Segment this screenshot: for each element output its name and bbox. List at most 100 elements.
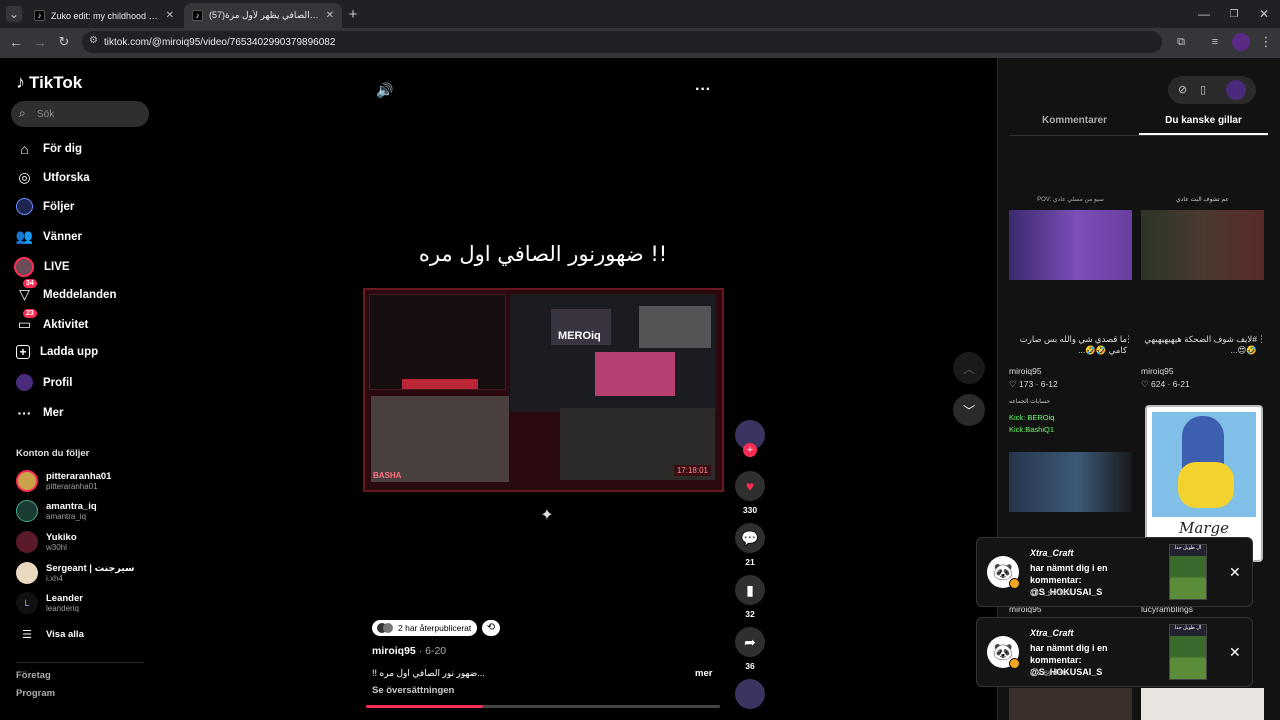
tab-title: Zuko edit: my childhood crush ·: [51, 10, 160, 21]
see-translation-link[interactable]: Se översättningen: [372, 685, 454, 696]
options-icon[interactable]: ⋮: [1257, 334, 1266, 345]
nav-for-you[interactable]: ⌂ För dig: [16, 140, 82, 157]
repost-icon[interactable]: ⟲: [482, 620, 500, 636]
device-icon[interactable]: ▯: [1200, 83, 1206, 96]
account-item[interactable]: L Leander leanderiq: [16, 592, 83, 614]
footer-link-program[interactable]: Program: [16, 688, 55, 699]
mention-notification[interactable]: 🐼 Xtra_Craft har nämnt dig i en kommenta…: [976, 617, 1253, 687]
back-icon[interactable]: ←: [7, 33, 25, 51]
account-handle: w30hl: [46, 543, 67, 552]
nav-more[interactable]: ··· Mer: [16, 404, 64, 421]
comment-button[interactable]: 💬 21: [734, 523, 766, 567]
author-name[interactable]: miroiq95: [372, 645, 416, 657]
video-author[interactable]: miroiq95: [1009, 366, 1042, 376]
reload-icon[interactable]: ↻: [55, 33, 73, 51]
follow-plus-icon[interactable]: +: [743, 443, 757, 457]
close-icon[interactable]: ✕: [1229, 644, 1241, 661]
progress-bar[interactable]: [366, 705, 720, 708]
video-stats: ♡ 624 · 6-21: [1141, 379, 1190, 389]
previous-video-button[interactable]: ︿: [953, 352, 985, 384]
overlay-label: MEROiq: [558, 330, 601, 342]
thumb-title: Marge: [1179, 519, 1229, 537]
video-player[interactable]: MEROiq BASHA 17:18:01: [363, 288, 724, 492]
account-name: pitteraranha01: [46, 471, 112, 482]
close-tab-icon[interactable]: ✕: [166, 10, 174, 21]
minimize-icon[interactable]: —: [1196, 6, 1212, 22]
notification-thumbnail: ال طويل جدا: [1169, 624, 1207, 680]
extensions-icon[interactable]: ⧉: [1173, 34, 1189, 50]
browser-menu-icon[interactable]: ⋮: [1258, 33, 1274, 51]
following-icon: [16, 198, 33, 215]
search-icon: ⌕: [19, 106, 26, 120]
browser-tab-2-active[interactable]: ♪ (57)نور الصافي يظهر لأول مرة ... ✕: [184, 3, 342, 28]
more-caption-button[interactable]: mer: [695, 668, 712, 679]
mention-notification[interactable]: 🐼 Xtra_Craft har nämnt dig i en kommenta…: [976, 537, 1253, 607]
nav-explore[interactable]: ◎ Utforska: [16, 169, 89, 186]
tab-comments[interactable]: Kommentarer: [1010, 115, 1139, 135]
stream-screen: MEROiq: [510, 294, 716, 412]
chevron-down-icon: ﹀: [962, 403, 975, 418]
save-button[interactable]: ▮ 32: [734, 575, 766, 619]
nav-activity[interactable]: ▭ 23 Aktivitet: [16, 309, 88, 333]
avatar: [16, 531, 38, 553]
nav-live[interactable]: LIVE: [14, 257, 70, 277]
thumb-overlay-text: عم تشوف البث عادي: [1176, 197, 1229, 203]
video-overlay-title: ضهورنور الصافي اول مره !!: [418, 242, 668, 266]
suggested-video-thumbnail[interactable]: [1009, 688, 1132, 720]
thumbnail: [1141, 210, 1264, 280]
author-avatar-button[interactable]: +: [734, 420, 766, 457]
like-count: 330: [742, 505, 758, 515]
reading-list-icon[interactable]: ≡: [1207, 34, 1223, 50]
streamer-cam: BASHA: [371, 396, 509, 482]
tiktok-logo[interactable]: ♪ TikTok: [16, 72, 82, 93]
footer-link-company[interactable]: Företag: [16, 670, 51, 681]
close-icon[interactable]: ✕: [1229, 564, 1241, 581]
like-button[interactable]: ♥ 330: [734, 471, 766, 515]
avatar: [16, 562, 38, 584]
video-author[interactable]: miroiq95: [1141, 366, 1174, 376]
browser-tab-1[interactable]: ♪ Zuko edit: my childhood crush · ✕: [26, 3, 182, 28]
notification-time: 11 s sedan: [1030, 587, 1071, 597]
volume-icon[interactable]: 🔊: [375, 80, 395, 100]
account-item[interactable]: pitteraranha01 pitteraranha01: [16, 470, 111, 492]
tab-search-icon[interactable]: ⌄: [6, 6, 22, 22]
search-input[interactable]: ⌕ Sök: [11, 101, 149, 127]
user-avatar-icon[interactable]: [1226, 80, 1246, 100]
account-item[interactable]: Sergeant | سيرجنت i.xh4: [16, 562, 135, 584]
share-button[interactable]: ➦ 36: [734, 627, 766, 671]
account-item[interactable]: amantra_iq amantra_iq: [16, 500, 97, 522]
new-tab-icon[interactable]: +: [345, 6, 361, 23]
message-icon: ▽ 34: [16, 279, 37, 303]
nav-messages[interactable]: ▽ 34 Meddelanden: [16, 279, 117, 303]
options-icon[interactable]: ⋮: [1124, 334, 1133, 345]
nav-upload[interactable]: + Ladda upp: [16, 345, 98, 359]
suggested-video-thumbnail[interactable]: [1141, 688, 1264, 720]
close-window-icon[interactable]: ✕: [1256, 6, 1272, 22]
compass-icon[interactable]: ⊘: [1178, 83, 1187, 96]
tab-you-may-like[interactable]: Du kanske gillar: [1139, 115, 1268, 135]
suggested-video[interactable]: عم تشوف البث عادي: [1141, 196, 1264, 284]
repost-avatars-icon: [377, 623, 393, 633]
nav-profile[interactable]: Profil: [16, 374, 72, 391]
sound-avatar[interactable]: [734, 679, 766, 709]
maximize-icon[interactable]: ❐: [1226, 6, 1242, 22]
show-all-button[interactable]: ☰ Visa alla: [16, 628, 84, 641]
heart-outline-icon: ♡: [1009, 379, 1019, 389]
next-video-button[interactable]: ﹀: [953, 394, 985, 426]
suggested-video[interactable]: حسابات الجماعه Kick: BEROiq Kick:BashiQ1: [1009, 398, 1132, 516]
nav-friends[interactable]: 👥 Vänner: [16, 228, 82, 245]
face-shape: [1178, 462, 1234, 508]
more-options-icon[interactable]: ···: [693, 80, 713, 100]
close-tab-icon[interactable]: ✕: [326, 10, 334, 21]
url-field[interactable]: ⚙ tiktok.com/@miroiq95/video/76534029903…: [82, 31, 1162, 53]
nav-following[interactable]: Följer: [16, 198, 74, 215]
account-item[interactable]: Yukiko w30hl: [16, 531, 77, 553]
repost-pill[interactable]: 2 har återpublicerat: [372, 620, 478, 636]
profile-avatar-icon[interactable]: [1232, 33, 1250, 51]
suggested-video[interactable]: POV: سيو من مسلي عادي: [1009, 196, 1132, 284]
nav-label: Meddelanden: [43, 288, 117, 301]
site-info-icon[interactable]: ⚙: [89, 35, 98, 46]
share-count: 36: [745, 661, 755, 671]
nav-label: LIVE: [44, 261, 70, 273]
forward-icon[interactable]: →: [31, 33, 49, 51]
